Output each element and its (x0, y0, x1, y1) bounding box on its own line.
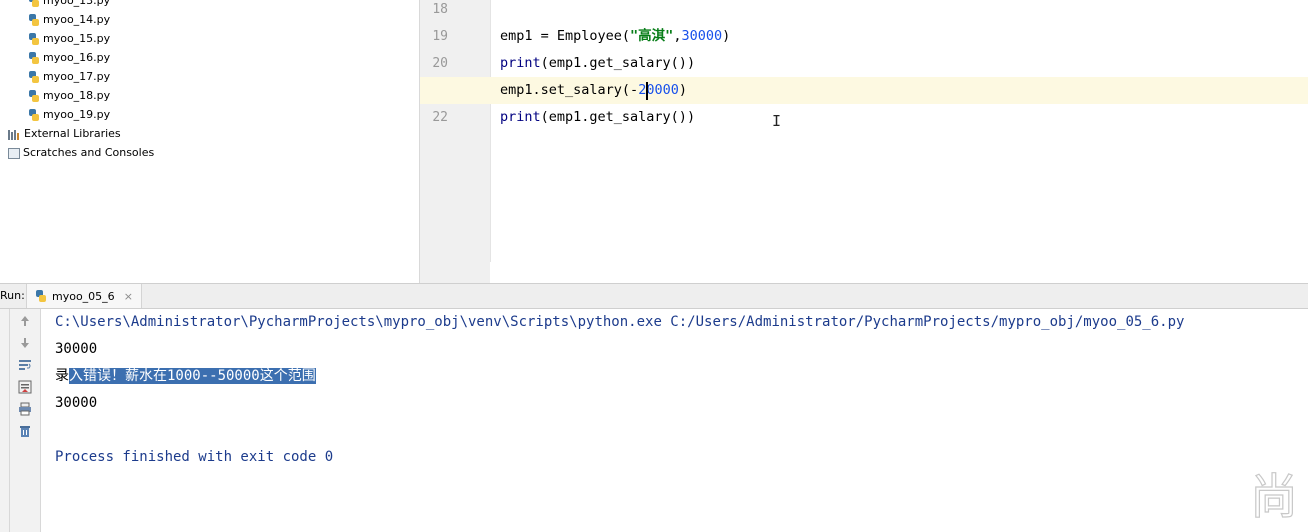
run-side-strip (0, 309, 10, 532)
line-number-gutter: 1819202122 (420, 0, 491, 262)
run-tab-myoo-05-6[interactable]: myoo_05_6 × (26, 284, 142, 308)
scroll-to-end-icon[interactable] (17, 379, 33, 395)
python-file-icon (28, 14, 40, 26)
code-token: 30000 (681, 28, 723, 44)
tree-node-external-libraries[interactable]: External Libraries (8, 124, 121, 143)
python-file-icon (28, 52, 40, 64)
code-editor[interactable]: 1819202122 emp1 = Employee("高淇",30000)pr… (420, 0, 1308, 283)
close-tab-icon[interactable]: × (124, 290, 133, 303)
code-token: 20000 (638, 82, 679, 98)
code-token: print (500, 109, 541, 125)
run-tab-label: myoo_05_6 (52, 289, 115, 303)
code-token: emp1 = Employee( (500, 28, 631, 44)
tree-item-label: Scratches and Consoles (23, 146, 155, 159)
code-line: emp1 = Employee("高淇",30000) (500, 23, 730, 50)
console-output-line: 30000 (55, 395, 98, 411)
python-file-icon (28, 109, 40, 121)
code-line: emp1.set_salary(-20000) (500, 77, 687, 104)
run-tool-window-header: Run: myoo_05_6 × (0, 283, 1308, 309)
tree-file-myoo_13-py[interactable]: myoo_13.py (28, 0, 110, 10)
tree-item-label: myoo_13.py (43, 0, 111, 7)
text-caret (646, 82, 649, 100)
line-number: 20 (432, 56, 448, 71)
code-token: ) (678, 82, 687, 98)
trash-icon[interactable] (17, 423, 33, 439)
line-number: 19 (432, 29, 448, 44)
console-error-prefix: 录 (55, 368, 69, 384)
run-toolbar (10, 309, 41, 532)
tree-item-label: External Libraries (24, 127, 121, 140)
code-token: - (630, 82, 639, 98)
run-label: Run: (0, 289, 25, 302)
console-exit-line: Process finished with exit code 0 (55, 449, 334, 465)
code-token: (emp1.get_salary()) (540, 55, 696, 71)
tree-file-myoo_18-py[interactable]: myoo_18.py (28, 86, 110, 105)
python-file-icon (28, 90, 40, 102)
tree-item-label: myoo_15.py (43, 32, 111, 45)
print-icon[interactable] (17, 401, 33, 417)
tree-item-label: myoo_16.py (43, 51, 111, 64)
code-token: "高淇" (630, 28, 674, 44)
up-arrow-icon[interactable] (17, 313, 33, 329)
scratch-icon (8, 147, 20, 159)
python-file-icon (35, 290, 47, 302)
code-token: emp1.set_salary( (500, 82, 631, 98)
tree-file-myoo_14-py[interactable]: myoo_14.py (28, 10, 110, 29)
python-file-icon (28, 33, 40, 45)
tree-item-label: myoo_18.py (43, 89, 111, 102)
run-console-output[interactable]: C:\Users\Administrator\PycharmProjects\m… (41, 309, 1308, 532)
code-token: ) (722, 28, 731, 44)
soft-wrap-icon[interactable] (17, 357, 33, 373)
line-number: 18 (432, 2, 448, 17)
tree-node-scratches-and-consoles[interactable]: Scratches and Consoles (8, 143, 154, 162)
code-token: print (500, 55, 541, 71)
console-output-line: 30000 (55, 341, 98, 357)
python-file-icon (28, 0, 40, 7)
project-tree: myoo_13.py myoo_14.py myoo_15.py myoo_16.py… (0, 0, 420, 283)
tree-item-label: myoo_17.py (43, 70, 111, 83)
tree-file-myoo_15-py[interactable]: myoo_15.py (28, 29, 110, 48)
down-arrow-icon[interactable] (17, 335, 33, 351)
console-error-line: 录入错误！薪水在1000--50000这个范围 (55, 363, 316, 390)
library-icon (8, 129, 21, 140)
tree-item-label: myoo_19.py (43, 108, 111, 121)
tree-file-myoo_17-py[interactable]: myoo_17.py (28, 67, 110, 86)
console-selected-text: 入错误！薪水在1000--50000这个范围 (69, 368, 316, 384)
code-token: (emp1.get_salary()) (540, 109, 696, 125)
tree-item-label: myoo_14.py (43, 13, 111, 26)
mouse-ibeam-cursor: I (772, 112, 782, 130)
tree-file-myoo_19-py[interactable]: myoo_19.py (28, 105, 110, 124)
gutter-footer (420, 262, 490, 283)
code-line: print(emp1.get_salary()) (500, 104, 695, 131)
python-file-icon (28, 71, 40, 83)
watermark-logo: 尚学 (1250, 468, 1299, 525)
line-number: 22 (432, 110, 448, 125)
tree-file-myoo_16-py[interactable]: myoo_16.py (28, 48, 110, 67)
code-line: print(emp1.get_salary()) (500, 50, 695, 77)
console-command-line: C:\Users\Administrator\PycharmProjects\m… (55, 314, 1185, 330)
